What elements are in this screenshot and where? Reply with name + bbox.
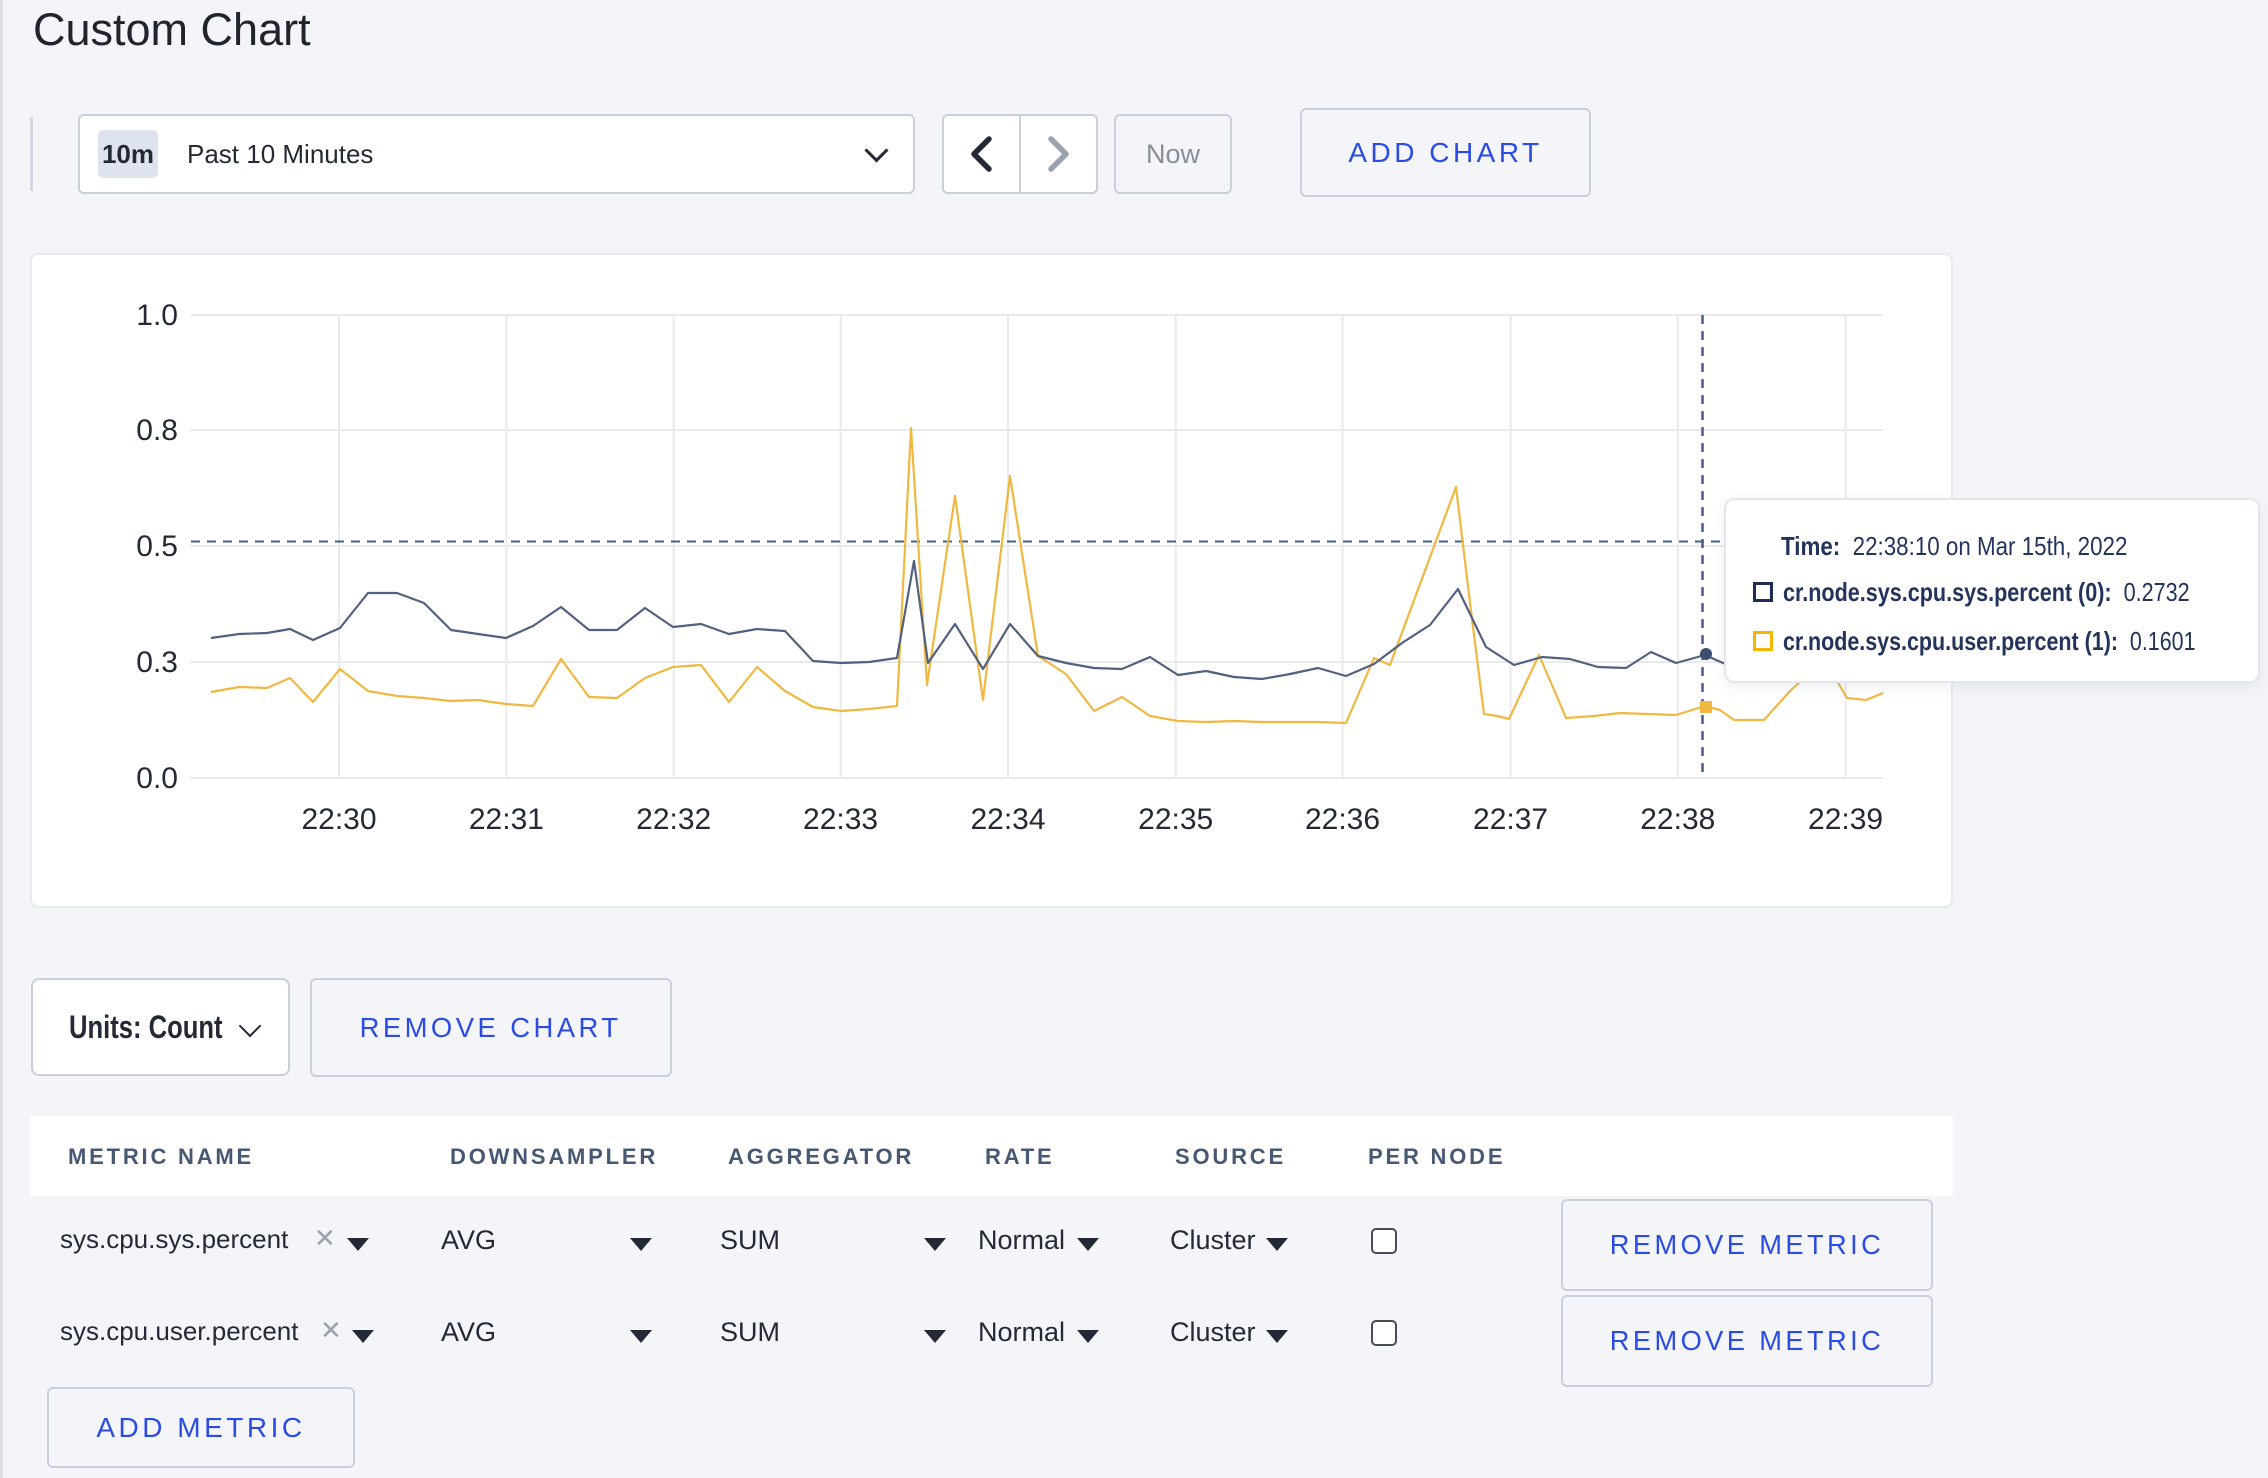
svg-text:22:36: 22:36 — [1305, 803, 1380, 836]
svg-text:22:31: 22:31 — [469, 803, 544, 836]
svg-text:0.8: 0.8 — [136, 414, 178, 447]
svg-text:22:38: 22:38 — [1640, 803, 1715, 836]
svg-text:0.0: 0.0 — [136, 762, 178, 795]
svg-text:1.0: 1.0 — [136, 299, 178, 332]
svg-text:0.3: 0.3 — [136, 646, 178, 679]
svg-text:0.5: 0.5 — [136, 530, 178, 563]
svg-text:22:37: 22:37 — [1473, 803, 1548, 836]
svg-text:22:39: 22:39 — [1808, 803, 1883, 836]
svg-text:22:35: 22:35 — [1138, 803, 1213, 836]
svg-text:22:33: 22:33 — [803, 803, 878, 836]
svg-text:22:32: 22:32 — [636, 803, 711, 836]
svg-text:22:34: 22:34 — [970, 803, 1045, 836]
svg-text:22:30: 22:30 — [301, 803, 376, 836]
